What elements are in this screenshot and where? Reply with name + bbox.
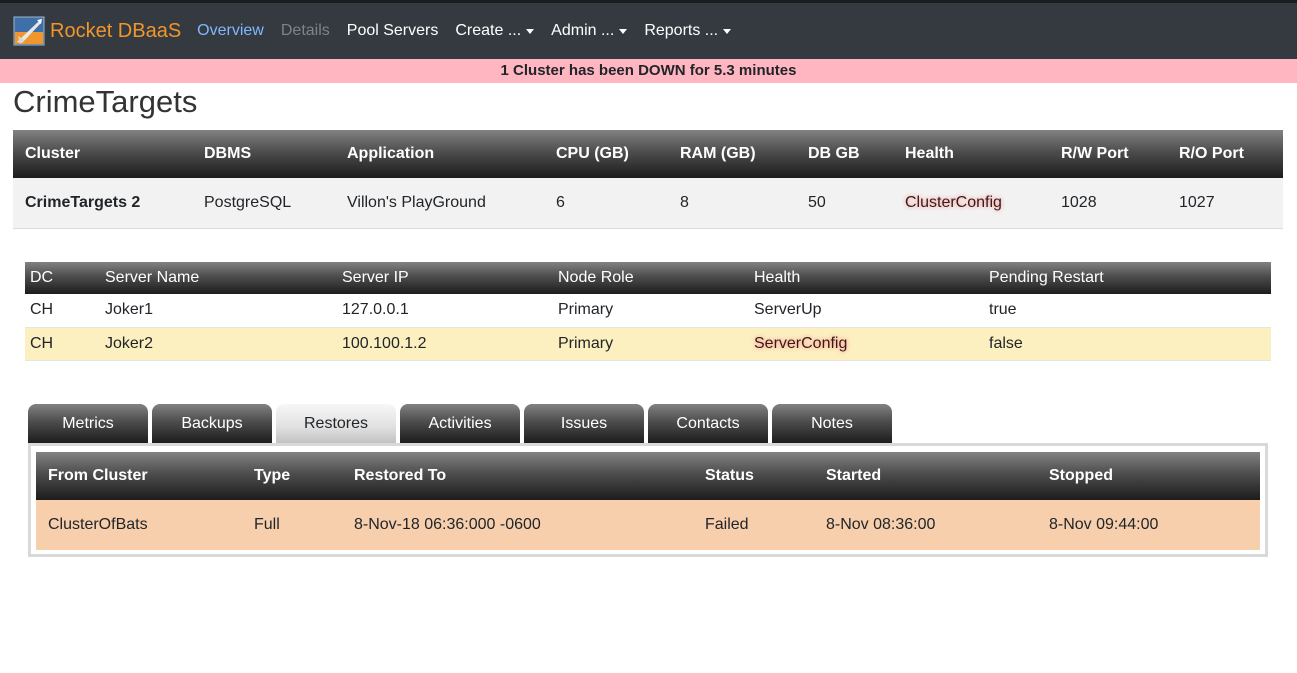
nav-admin-dropdown[interactable]: Admin ... bbox=[551, 22, 628, 40]
rocket-logo-icon bbox=[13, 16, 45, 46]
cluster-rw-port: 1028 bbox=[1049, 178, 1167, 229]
nav-reports-dropdown[interactable]: Reports ... bbox=[644, 22, 732, 40]
tab-notes[interactable]: Notes bbox=[772, 404, 892, 443]
col-restored-to: Restored To bbox=[354, 467, 447, 484]
col-stopped: Stopped bbox=[1049, 467, 1113, 484]
col-started: Started bbox=[826, 467, 882, 484]
server-name: Joker1 bbox=[100, 294, 337, 328]
cluster-health: ClusterConfig bbox=[893, 178, 1049, 229]
col-dc: DC bbox=[30, 269, 54, 286]
server-row[interactable]: CH Joker1 127.0.0.1 Primary ServerUp tru… bbox=[25, 294, 1271, 328]
restore-row[interactable]: ClusterOfBats Full 8-Nov-18 06:36:000 -0… bbox=[36, 500, 1260, 550]
cluster-health-status: ClusterConfig bbox=[905, 193, 1002, 211]
col-server-name: Server Name bbox=[105, 269, 200, 286]
col-node-role: Node Role bbox=[558, 269, 634, 286]
nav-reports-label: Reports ... bbox=[644, 22, 719, 39]
cluster-row[interactable]: CrimeTargets 2 PostgreSQL Villon's PlayG… bbox=[13, 178, 1283, 229]
server-pending-restart: true bbox=[984, 294, 1271, 328]
server-dc: CH bbox=[25, 327, 100, 361]
top-navbar: Rocket DBaaS Overview Details Pool Serve… bbox=[0, 0, 1297, 59]
cluster-name[interactable]: CrimeTargets 2 bbox=[13, 178, 192, 229]
server-pending-restart: false bbox=[984, 327, 1271, 361]
col-cluster: Cluster bbox=[25, 145, 81, 162]
col-cpu: CPU (GB) bbox=[556, 145, 629, 162]
tab-backups[interactable]: Backups bbox=[152, 404, 272, 443]
tab-restores[interactable]: Restores bbox=[276, 404, 396, 443]
col-rw-port: R/W Port bbox=[1061, 145, 1129, 162]
brand-name: Rocket DBaaS bbox=[50, 19, 182, 42]
tab-issues[interactable]: Issues bbox=[524, 404, 644, 443]
col-health: Health bbox=[905, 145, 954, 162]
col-status: Status bbox=[705, 467, 754, 484]
cluster-table: Cluster DBMS Application CPU (GB) RAM (G… bbox=[13, 130, 1283, 229]
nav-pool-servers[interactable]: Pool Servers bbox=[347, 22, 439, 40]
cluster-db-gb: 50 bbox=[796, 178, 893, 229]
cluster-dbms: PostgreSQL bbox=[192, 178, 335, 229]
server-ip: 127.0.0.1 bbox=[337, 294, 553, 328]
cluster-application: Villon's PlayGround bbox=[335, 178, 544, 229]
server-health: ServerUp bbox=[749, 294, 984, 328]
caret-down-icon bbox=[619, 28, 628, 34]
server-dc: CH bbox=[25, 294, 100, 328]
col-db-gb: DB GB bbox=[808, 145, 860, 162]
col-from-cluster: From Cluster bbox=[48, 467, 148, 484]
cluster-table-header: Cluster DBMS Application CPU (GB) RAM (G… bbox=[13, 130, 1283, 178]
main-nav: Overview Details Pool Servers Create ...… bbox=[197, 22, 748, 40]
server-health: ServerConfig bbox=[749, 327, 984, 361]
col-dbms: DBMS bbox=[204, 145, 252, 162]
restores-panel: From Cluster Type Restored To Status Sta… bbox=[28, 443, 1268, 557]
restore-status: Failed bbox=[693, 500, 814, 550]
server-ip: 100.100.1.2 bbox=[337, 327, 553, 361]
restores-table-header: From Cluster Type Restored To Status Sta… bbox=[36, 452, 1260, 500]
col-server-ip: Server IP bbox=[342, 269, 409, 286]
nav-create-dropdown[interactable]: Create ... bbox=[455, 22, 535, 40]
restore-type: Full bbox=[242, 500, 342, 550]
restores-table: From Cluster Type Restored To Status Sta… bbox=[36, 452, 1260, 550]
cluster-ro-port: 1027 bbox=[1167, 178, 1283, 229]
server-name: Joker2 bbox=[100, 327, 337, 361]
restore-stopped: 8-Nov 09:44:00 bbox=[1037, 500, 1260, 550]
server-role: Primary bbox=[553, 327, 749, 361]
tab-activities[interactable]: Activities bbox=[400, 404, 520, 443]
col-ro-port: R/O Port bbox=[1179, 145, 1244, 162]
cluster-cpu: 6 bbox=[544, 178, 668, 229]
col-application: Application bbox=[347, 145, 435, 162]
caret-down-icon bbox=[723, 28, 732, 34]
server-role: Primary bbox=[553, 294, 749, 328]
cluster-down-alert: 1 Cluster has been DOWN for 5.3 minutes bbox=[0, 59, 1297, 83]
tab-contacts[interactable]: Contacts bbox=[648, 404, 768, 443]
server-health-status: ServerConfig bbox=[754, 334, 848, 352]
col-ram: RAM (GB) bbox=[680, 145, 756, 162]
col-pending-restart: Pending Restart bbox=[989, 269, 1104, 286]
page-title: CrimeTargets bbox=[13, 84, 198, 119]
detail-tabs: Metrics Backups Restores Activities Issu… bbox=[28, 404, 896, 443]
server-row[interactable]: CH Joker2 100.100.1.2 Primary ServerConf… bbox=[25, 327, 1271, 361]
server-table-header: DC Server Name Server IP Node Role Healt… bbox=[25, 262, 1271, 294]
caret-down-icon bbox=[526, 28, 535, 34]
restore-started: 8-Nov 08:36:00 bbox=[814, 500, 1037, 550]
nav-create-label: Create ... bbox=[455, 22, 522, 39]
col-server-health: Health bbox=[754, 269, 801, 286]
brand[interactable]: Rocket DBaaS bbox=[13, 16, 181, 46]
nav-admin-label: Admin ... bbox=[551, 22, 615, 39]
nav-details: Details bbox=[280, 22, 330, 39]
col-type: Type bbox=[254, 467, 291, 484]
cluster-ram: 8 bbox=[668, 178, 796, 229]
tab-metrics[interactable]: Metrics bbox=[28, 404, 148, 443]
server-table: DC Server Name Server IP Node Role Healt… bbox=[25, 262, 1271, 361]
restore-restored-to: 8-Nov-18 06:36:000 -0600 bbox=[342, 500, 693, 550]
nav-overview[interactable]: Overview bbox=[197, 22, 264, 40]
restore-from-cluster: ClusterOfBats bbox=[36, 500, 242, 550]
